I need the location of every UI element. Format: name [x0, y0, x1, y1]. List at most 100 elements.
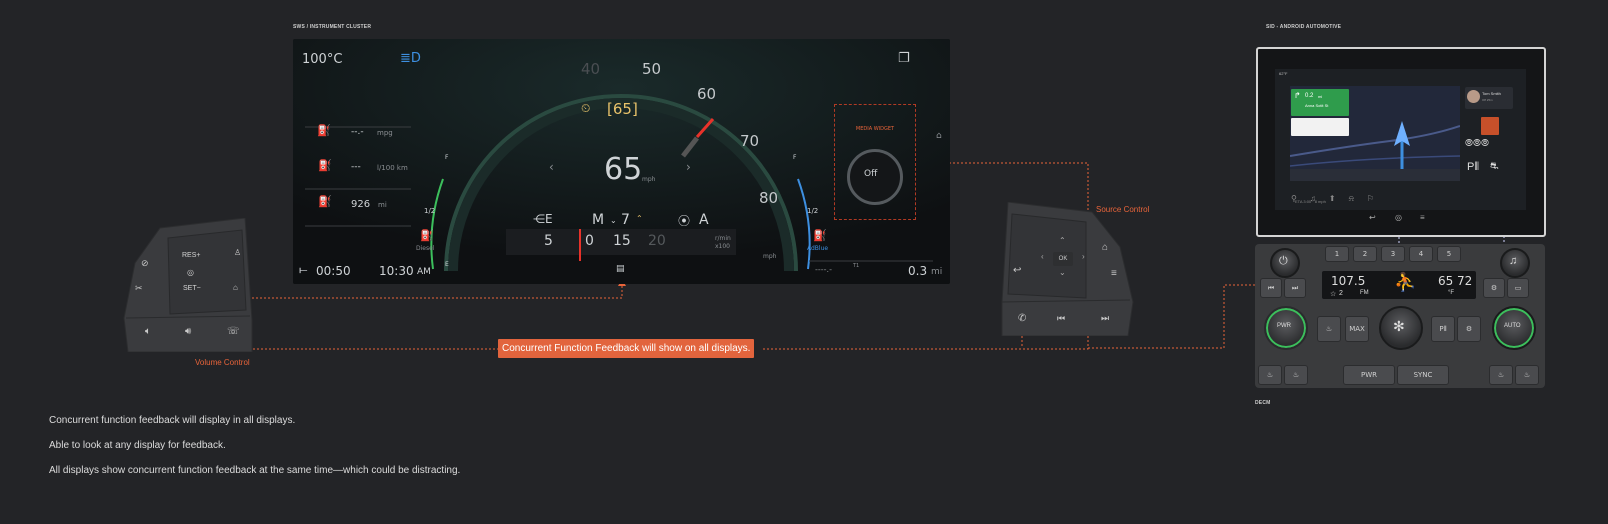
- fan-knob[interactable]: ✻: [1379, 306, 1423, 350]
- settings-button[interactable]: ⚙: [1457, 316, 1481, 342]
- sid-avatar: [1467, 90, 1480, 103]
- window-icon[interactable]: ❐: [898, 51, 910, 66]
- clock-ampm: AM: [417, 267, 431, 277]
- fan-icon: ✻: [1393, 318, 1405, 334]
- sid-app-dock: ⚲♫⬆⍾⚐: [1291, 194, 1388, 203]
- seat-heat-right-button[interactable]: ♨: [1515, 365, 1539, 385]
- seat-heat-button[interactable]: ♨: [1317, 316, 1341, 342]
- gauge-label-80: 80: [759, 189, 779, 207]
- rs-back-icon[interactable]: ↩: [1013, 265, 1021, 276]
- rear-defrost-button[interactable]: ♨: [1258, 365, 1282, 385]
- rs-phone-icon[interactable]: ✆: [1018, 313, 1026, 324]
- fan-mode-button[interactable]: ⚙: [1483, 278, 1505, 298]
- temp-left: 65: [1438, 274, 1454, 288]
- seat-ventilate-button[interactable]: ♨: [1489, 365, 1513, 385]
- rs-next-track-icon[interactable]: ⏭: [1101, 313, 1109, 324]
- power-knob[interactable]: ⏻: [1270, 248, 1300, 278]
- prev-arrow-icon[interactable]: ‹: [549, 160, 554, 174]
- preset-5[interactable]: 5: [1437, 246, 1461, 262]
- rs-right-icon[interactable]: ›: [1082, 252, 1085, 261]
- screen-button[interactable]: ▭: [1507, 278, 1529, 298]
- adblue-icon: ⛽: [813, 229, 827, 242]
- sid-nav-home-icon[interactable]: ◎: [1395, 213, 1402, 222]
- preset-1[interactable]: 1: [1325, 246, 1349, 262]
- media-widget-title: MEDIA WIDGET: [855, 126, 895, 132]
- rs-left-icon[interactable]: ‹: [1041, 252, 1044, 261]
- gear-mode: M: [592, 212, 605, 228]
- rpm-20: 20: [648, 233, 666, 249]
- range-unit: mi: [378, 201, 387, 209]
- next-arrow-icon[interactable]: ›: [686, 160, 691, 174]
- volume-down-icon[interactable]: 🔈︎: [145, 326, 151, 337]
- preset-star: ☆: [1330, 291, 1337, 298]
- gear-down-icon: ⌄: [610, 216, 617, 225]
- rpm-multiplier: x100: [715, 243, 731, 250]
- skip-icon[interactable]: ✂: [135, 283, 143, 294]
- headlight-icon: ≣D: [400, 51, 421, 66]
- fuel-economy-1-unit: mpg: [377, 129, 393, 137]
- clock: 10:30: [379, 264, 414, 278]
- rs-prev-track-icon[interactable]: ⏮: [1057, 313, 1065, 324]
- sid-nav-back-icon[interactable]: ↩: [1369, 213, 1376, 222]
- drive-mode: A: [699, 212, 709, 228]
- max-defrost-button[interactable]: MAX: [1345, 316, 1369, 342]
- pwr-knob-label: PWR: [1277, 323, 1291, 329]
- adblue-gauge-half: 1/2: [807, 207, 819, 215]
- sid-nav-menu-icon[interactable]: ≡: [1420, 213, 1425, 222]
- sid-status: 62°F: [1279, 71, 1288, 76]
- preset-number: 2: [1339, 290, 1343, 297]
- mph-label: mph: [763, 253, 777, 260]
- park-assist-button[interactable]: P⫴: [1431, 316, 1455, 342]
- cruise-cancel-icon[interactable]: ⊘: [141, 258, 149, 269]
- preset-3[interactable]: 3: [1381, 246, 1405, 262]
- preset-2[interactable]: 2: [1353, 246, 1377, 262]
- sync-button[interactable]: SYNC: [1397, 365, 1449, 385]
- preset-4[interactable]: 4: [1409, 246, 1433, 262]
- caption-1: Concurrent function feedback will displa…: [49, 415, 296, 426]
- radio-frequency: 107.5: [1331, 274, 1366, 288]
- temp-right: 72: [1457, 274, 1473, 288]
- set-label[interactable]: SET−: [183, 285, 201, 292]
- trip-suffix: T1: [853, 263, 860, 269]
- left-temp-knob[interactable]: PWR: [1264, 306, 1308, 350]
- music-icon: ♫: [1509, 255, 1518, 267]
- rs-menu-icon[interactable]: ≡: [1111, 268, 1117, 279]
- lane-assist-icon[interactable]: ⌂: [233, 283, 238, 292]
- fuel-gauge-empty: E: [445, 261, 449, 268]
- speed-limit-icon: ⏲: [581, 101, 591, 115]
- rs-ok-button[interactable]: OK: [1053, 252, 1073, 266]
- front-defrost-button[interactable]: ♨: [1284, 365, 1308, 385]
- media-widget[interactable]: MEDIA WIDGET Off: [834, 104, 916, 220]
- sid-screen: 62°F ↱ 0.2 mi Anna Sotit St ETA 3:00 · 8…: [1275, 69, 1526, 210]
- res-label[interactable]: RES+: [182, 252, 200, 259]
- volume-up-icon[interactable]: 🔊︎: [185, 326, 191, 337]
- seek-back-button[interactable]: ⏮: [1260, 278, 1282, 298]
- home-icon[interactable]: ⌂: [936, 131, 942, 141]
- sid-display: 62°F ↱ 0.2 mi Anna Sotit St ETA 3:00 · 8…: [1256, 47, 1546, 237]
- power-icon: ⏻: [1279, 255, 1288, 267]
- sid-audio-controls-icon[interactable]: ⦾⦾⦾: [1465, 138, 1489, 149]
- voice-icon[interactable]: ☏: [227, 326, 240, 337]
- speed: 65: [604, 152, 643, 187]
- rs-down-icon[interactable]: ⌄: [1059, 268, 1066, 277]
- rear-pwr-button[interactable]: PWR: [1343, 365, 1395, 385]
- sid-parking-icon[interactable]: P⫴: [1467, 161, 1479, 174]
- trip-unit: mi: [931, 267, 943, 277]
- media-knob[interactable]: ♫: [1500, 248, 1530, 278]
- driver-assist-icon[interactable]: ♙: [234, 248, 241, 257]
- fuel-pump-icon: ⛽: [420, 229, 434, 242]
- sid-album-art[interactable]: [1481, 117, 1499, 135]
- sid-contact-name: Tom Smith: [1482, 91, 1501, 96]
- right-temp-knob[interactable]: AUTO: [1492, 306, 1536, 350]
- cruise-icon: ◎: [187, 268, 194, 277]
- rpm-0: 0: [585, 233, 594, 249]
- rs-up-icon[interactable]: ⌃: [1059, 236, 1066, 245]
- rpm-5: 5: [544, 233, 553, 249]
- sid-next-turn-card[interactable]: [1291, 118, 1349, 136]
- sid-contact-sub: Off 25m: [1482, 98, 1493, 102]
- sid-camera-icon[interactable]: ⛐: [1490, 161, 1499, 174]
- gear-up-icon: ⌃: [636, 214, 643, 223]
- rs-home-icon[interactable]: ⌂: [1102, 242, 1108, 253]
- sid-nav-street: Anna Sotit St: [1305, 103, 1329, 108]
- seek-forward-button[interactable]: ⏭: [1284, 278, 1306, 298]
